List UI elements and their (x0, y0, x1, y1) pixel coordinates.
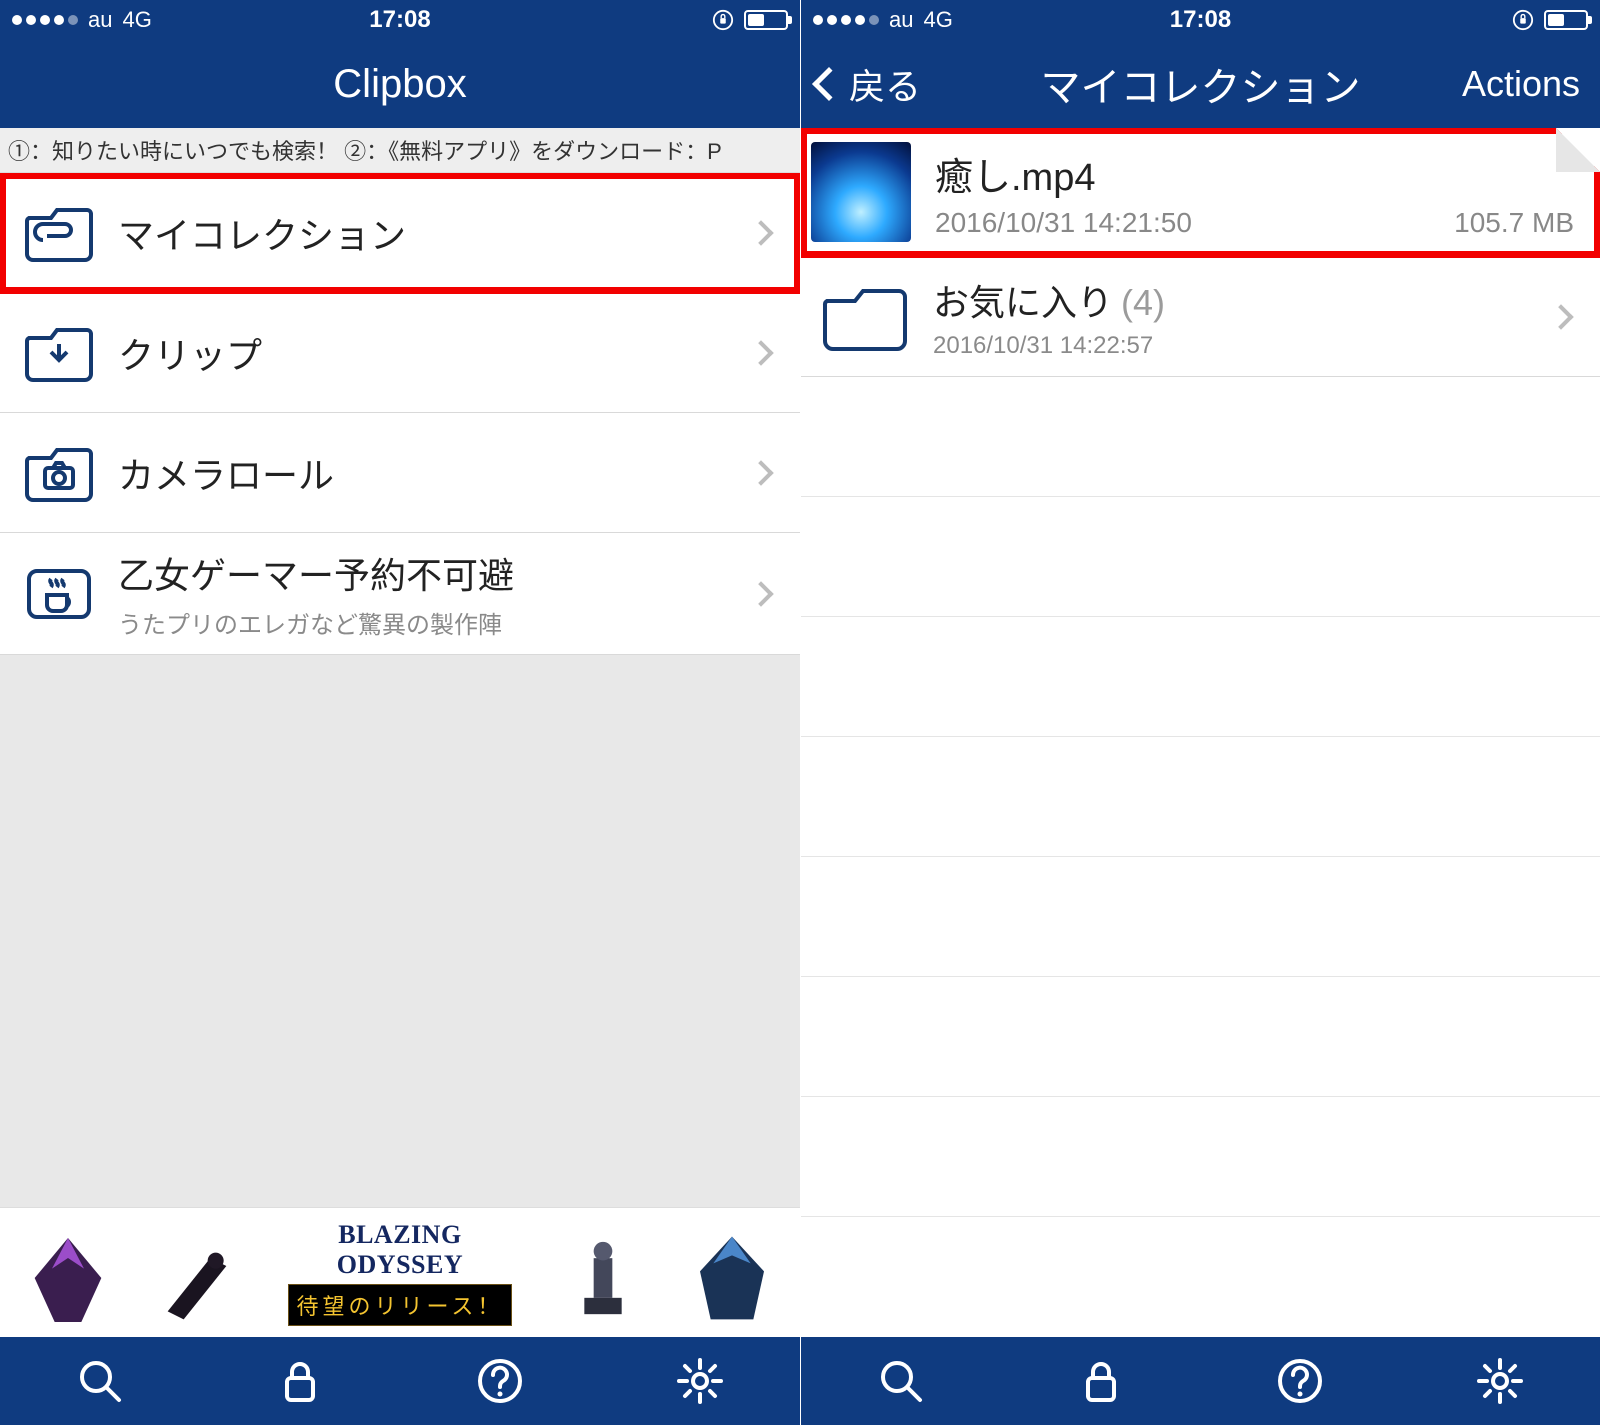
app-title: Clipbox (333, 62, 466, 107)
help-button[interactable] (470, 1351, 530, 1411)
chevron-right-icon (1548, 304, 1573, 329)
lock-icon (1076, 1356, 1126, 1406)
ad-center: BLAZING ODYSSEY 待望のリリース！ (275, 1220, 525, 1326)
rotation-lock-icon (1512, 9, 1534, 31)
navbar: Clipbox (0, 40, 800, 128)
video-thumbnail (811, 142, 911, 242)
page-fold-icon (1556, 128, 1600, 172)
row-my-collection[interactable]: マイコレクション (0, 173, 800, 293)
lock-button[interactable] (1071, 1351, 1131, 1411)
row-clip[interactable]: クリップ (0, 293, 800, 413)
status-bar: au 4G 17:08 (801, 0, 1600, 40)
search-button[interactable] (871, 1351, 931, 1411)
search-icon (75, 1356, 125, 1406)
navbar: 戻る マイコレクション Actions (801, 40, 1600, 128)
ticker-notice: ①：知りたい時にいつでも検索！ ②：《無料アプリ》をダウンロード：P (0, 128, 800, 173)
settings-icon (1475, 1356, 1525, 1406)
folder-count: (4) (1121, 282, 1165, 323)
rotation-lock-icon (712, 9, 734, 31)
chevron-right-icon (748, 340, 773, 365)
chevron-right-icon (748, 460, 773, 485)
help-icon (1275, 1356, 1325, 1406)
file-size: 105.7 MB (1454, 207, 1574, 239)
screen-collection: au 4G 17:08 戻る マイコレクション Actions 癒し.mp4 2… (800, 0, 1600, 1425)
actions-button[interactable]: Actions (1462, 63, 1580, 105)
empty-row (801, 617, 1600, 737)
row-title: カメラロール (118, 447, 728, 499)
empty-area (0, 655, 800, 1207)
chevron-right-icon (748, 581, 773, 606)
network-label: 4G (923, 7, 952, 33)
ad-banner[interactable]: BLAZING ODYSSEY 待望のリリース！ (0, 1207, 800, 1337)
row-promo[interactable]: 乙女ゲーマー予約不可避 うたプリのエレガなど驚異の製作陣 (0, 533, 800, 655)
empty-row (801, 1097, 1600, 1217)
search-icon (876, 1356, 926, 1406)
search-button[interactable] (70, 1351, 130, 1411)
clock-label: 17:08 (369, 6, 430, 34)
row-title: クリップ (118, 327, 728, 379)
signal-dots-icon (813, 15, 879, 25)
settings-button[interactable] (670, 1351, 730, 1411)
signal-dots-icon (12, 15, 78, 25)
row-title: マイコレクション (118, 207, 728, 259)
folder-date: 2016/10/31 14:22:57 (933, 332, 1528, 360)
bottom-toolbar (0, 1337, 800, 1425)
clock-label: 17:08 (1170, 6, 1231, 34)
chevron-left-icon (812, 67, 846, 101)
collection-list: 癒し.mp4 2016/10/31 14:21:50 105.7 MB お気に入… (801, 128, 1600, 1337)
empty-row (801, 977, 1600, 1097)
page-title: マイコレクション (1041, 55, 1361, 113)
chevron-right-icon (748, 220, 773, 245)
ad-character-icon (553, 1218, 653, 1328)
settings-button[interactable] (1470, 1351, 1530, 1411)
network-label: 4G (122, 7, 151, 33)
file-row[interactable]: 癒し.mp4 2016/10/31 14:21:50 105.7 MB (801, 128, 1600, 257)
screen-home: au 4G 17:08 Clipbox ①：知りたい時にいつでも検索！ ②：《無… (0, 0, 800, 1425)
folder-coffee-icon (24, 562, 94, 626)
row-camera-roll[interactable]: カメラロール (0, 413, 800, 533)
help-button[interactable] (1270, 1351, 1330, 1411)
folder-icon (819, 277, 909, 357)
folder-row[interactable]: お気に入り(4) 2016/10/31 14:22:57 (801, 257, 1600, 377)
empty-row (801, 377, 1600, 497)
ad-subtitle: 待望のリリース！ (288, 1284, 513, 1326)
lock-icon (275, 1356, 325, 1406)
ad-character-icon (18, 1218, 118, 1328)
back-label: 戻る (849, 58, 921, 110)
empty-row (801, 857, 1600, 977)
bottom-toolbar (801, 1337, 1600, 1425)
empty-row (801, 737, 1600, 857)
row-title: 乙女ゲーマー予約不可避 (118, 547, 728, 599)
file-date: 2016/10/31 14:21:50 (935, 207, 1192, 239)
battery-icon (744, 10, 788, 30)
folder-name: お気に入り(4) (933, 274, 1528, 326)
battery-icon (1544, 10, 1588, 30)
lock-button[interactable] (270, 1351, 330, 1411)
help-icon (475, 1356, 525, 1406)
file-name: 癒し.mp4 (935, 146, 1590, 201)
folder-clip-icon (24, 201, 94, 265)
ad-character-icon (682, 1218, 782, 1328)
ad-character-icon (147, 1218, 247, 1328)
ad-title: BLAZING ODYSSEY (275, 1220, 525, 1280)
carrier-label: au (88, 7, 112, 33)
folder-download-icon (24, 321, 94, 385)
empty-row (801, 497, 1600, 617)
folder-camera-icon (24, 441, 94, 505)
home-list: マイコレクション クリップ カメラロール (0, 173, 800, 1337)
back-button[interactable]: 戻る (811, 58, 921, 110)
settings-icon (675, 1356, 725, 1406)
carrier-label: au (889, 7, 913, 33)
status-bar: au 4G 17:08 (0, 0, 800, 40)
row-subtitle: うたプリのエレガなど驚異の製作陣 (118, 605, 728, 640)
